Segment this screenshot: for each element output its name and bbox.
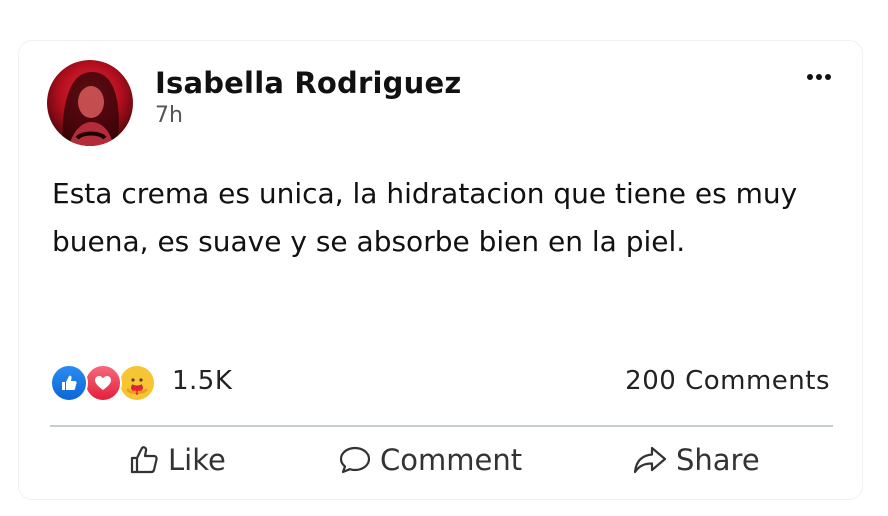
author-name[interactable]: Isabella Rodriguez — [155, 66, 461, 100]
reaction-count[interactable]: 1.5K — [172, 366, 232, 396]
divider — [50, 425, 833, 427]
comment-button-label: Comment — [380, 443, 523, 477]
care-reaction-icon — [118, 364, 156, 402]
more-options-dot — [825, 74, 831, 80]
like-reaction-icon — [50, 364, 88, 402]
comment-button[interactable]: Comment — [338, 440, 522, 480]
love-reaction-icon — [84, 364, 122, 402]
share-button[interactable]: Share — [632, 440, 760, 480]
more-options-dot — [816, 74, 822, 80]
share-arrow-icon — [633, 446, 667, 474]
like-button-label: Like — [168, 443, 226, 477]
avatar[interactable] — [47, 60, 133, 146]
more-options-button[interactable] — [802, 62, 836, 92]
reactions-summary[interactable] — [50, 364, 170, 402]
like-button[interactable]: Like — [128, 440, 226, 480]
post-card — [18, 40, 863, 500]
more-options-icon — [807, 74, 813, 80]
thumbs-up-icon — [130, 446, 158, 474]
comments-count-link[interactable]: 200 Comments — [625, 366, 830, 396]
post-text: Esta crema es unica, la hidratacion que … — [52, 177, 798, 258]
share-button-label: Share — [676, 443, 760, 477]
post-timestamp[interactable]: 7h — [155, 103, 183, 128]
comment-bubble-icon — [339, 446, 371, 474]
